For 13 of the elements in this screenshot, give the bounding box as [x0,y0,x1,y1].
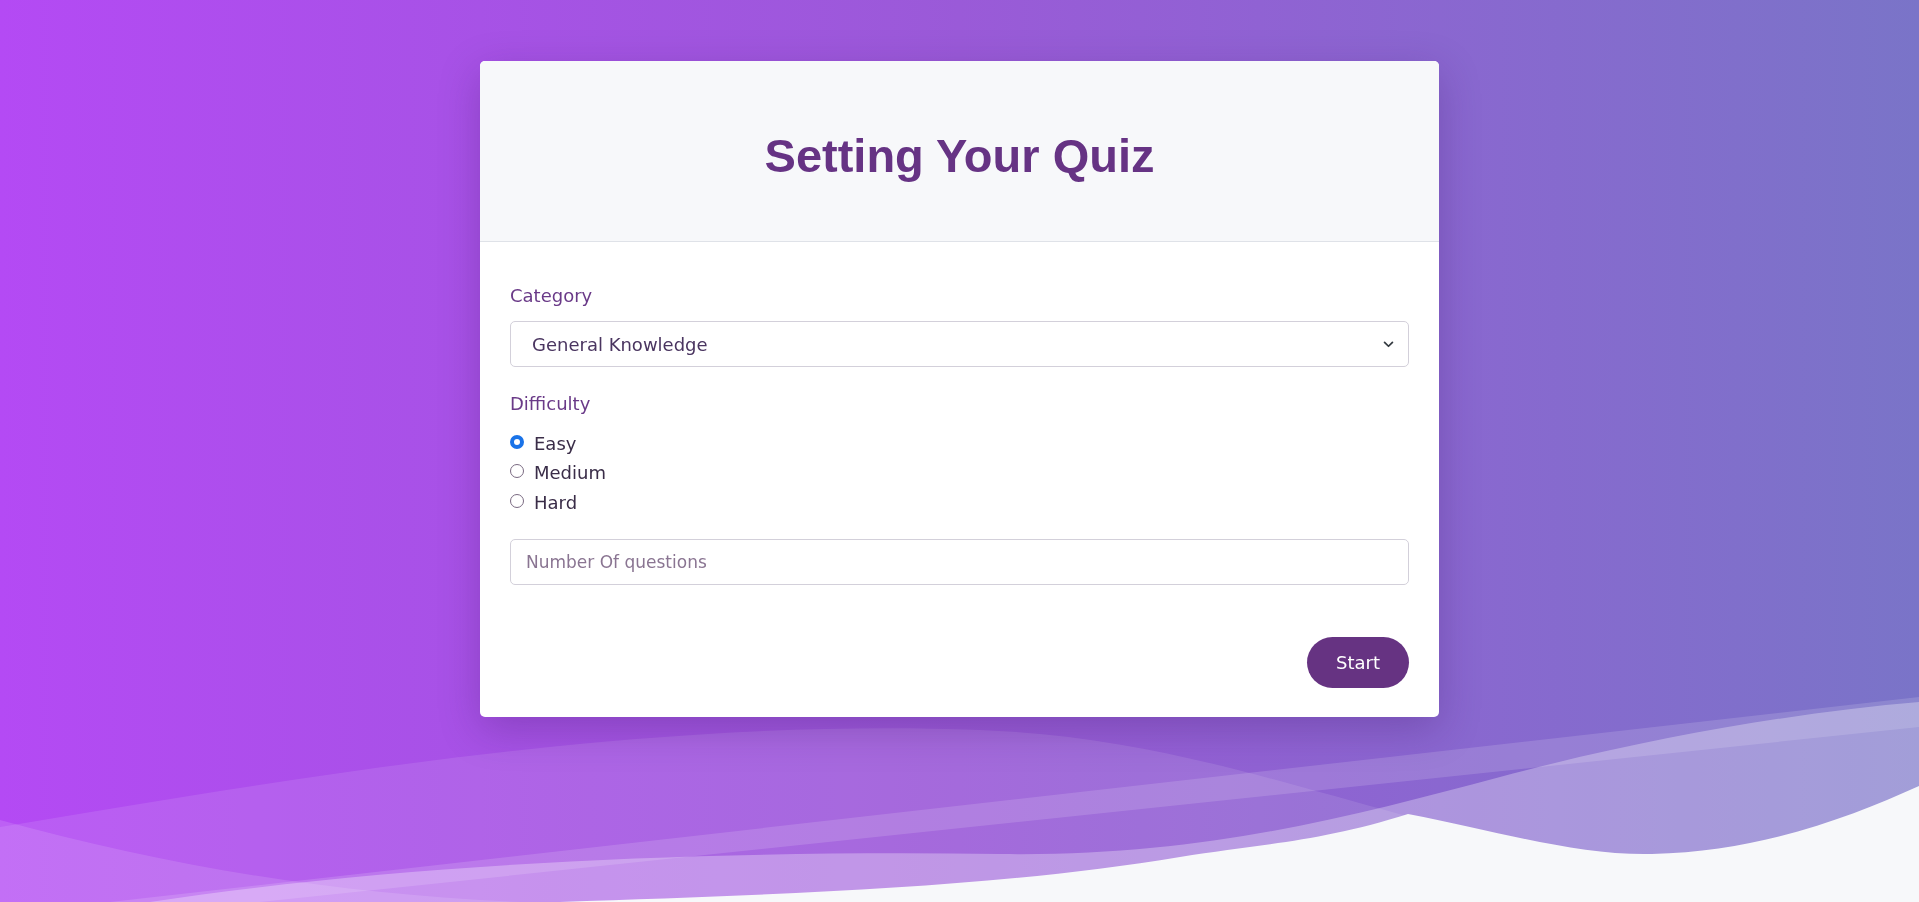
category-label: Category [510,284,593,308]
start-button[interactable]: Start [1307,636,1409,688]
chevron-down-icon [1383,340,1394,348]
radio-label[interactable]: Medium [534,460,606,487]
radio-button[interactable] [510,434,524,449]
radio-button[interactable] [510,464,524,479]
difficulty-label: Difficulty [510,392,591,416]
radio-label[interactable]: Easy [534,430,577,457]
category-select[interactable]: General Knowledge [510,321,1409,367]
quiz-title: Setting Your Quiz [764,127,1155,183]
radio-button[interactable] [510,493,524,508]
radio-label[interactable]: Hard [534,489,578,516]
input-field[interactable]: Number Of questions [510,538,1409,585]
